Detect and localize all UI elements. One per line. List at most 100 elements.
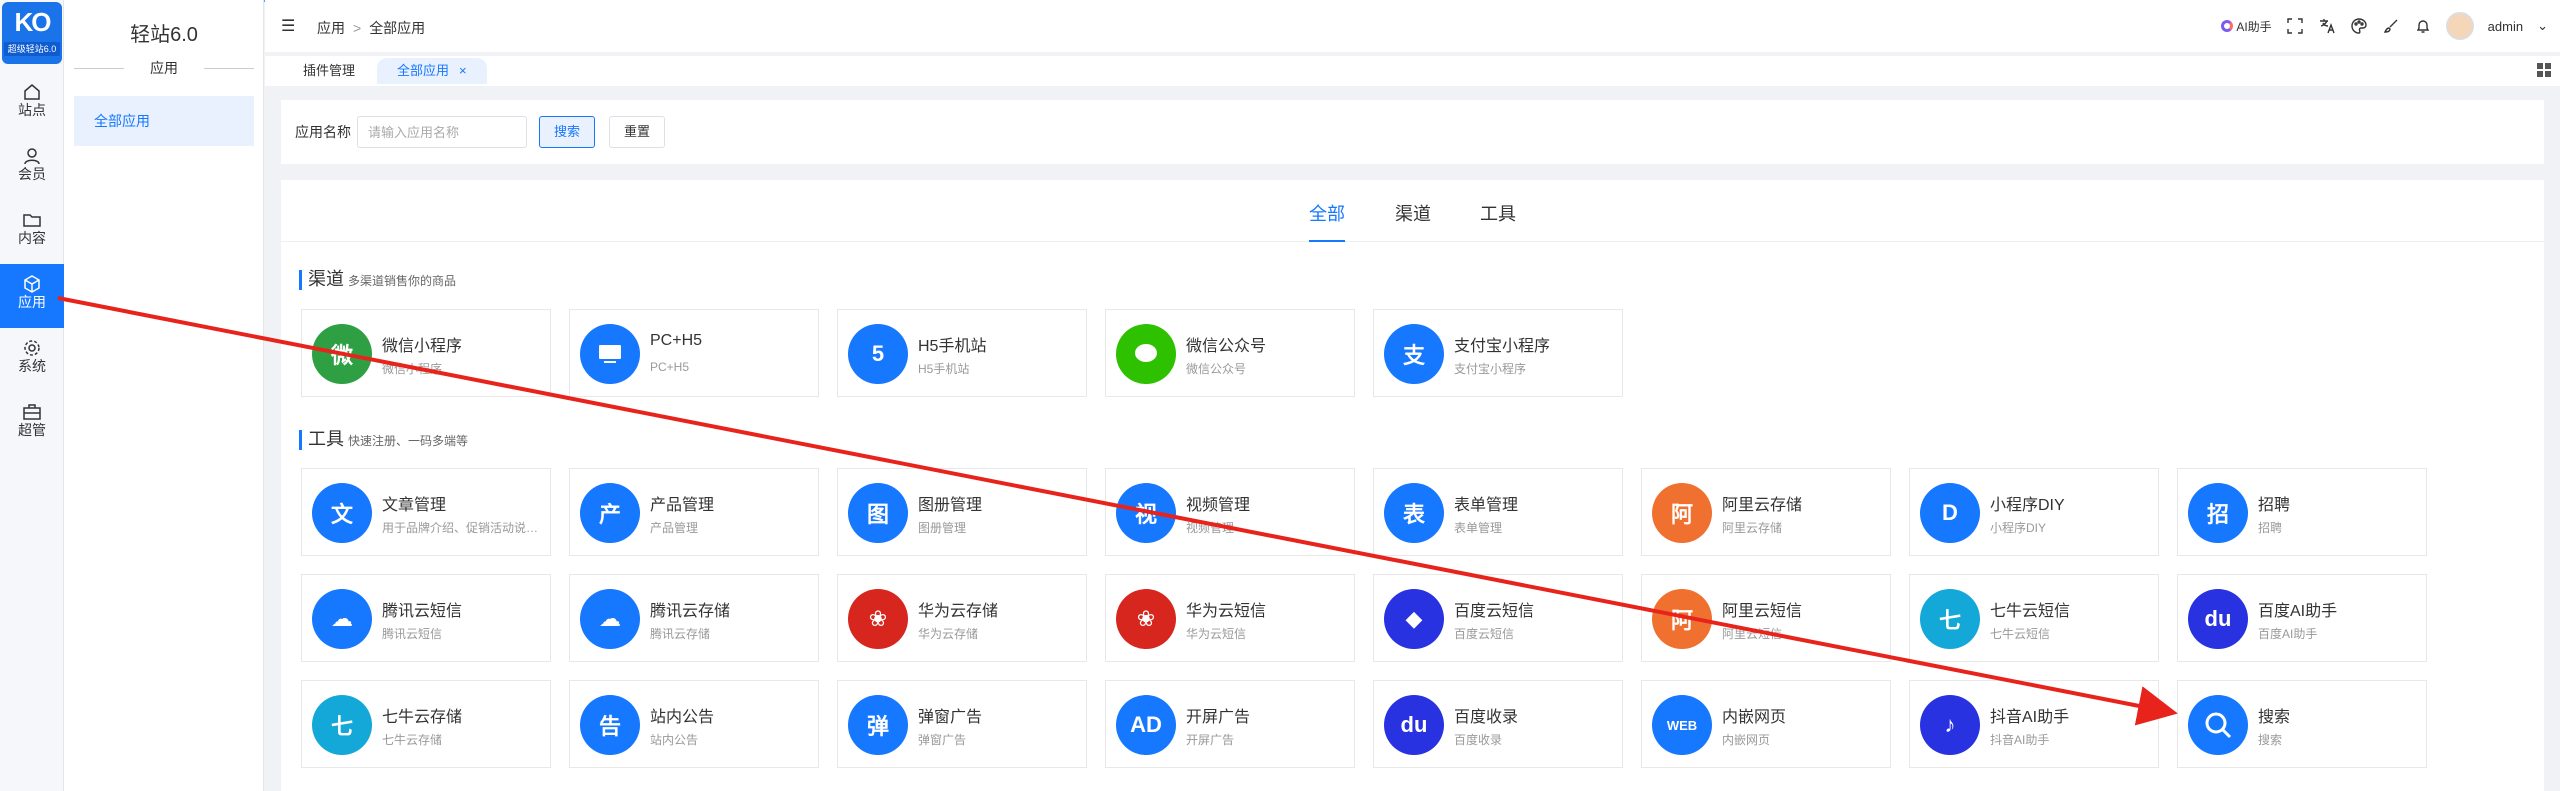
app-card-qiniu-icon[interactable]: 七七牛云存储 七牛云存储 [301,680,551,768]
tab-all-apps[interactable]: 全部应用 × [377,58,487,84]
section-title: 渠道 [308,269,344,289]
app-card-album-icon[interactable]: 图图册管理 图册管理 [837,468,1087,556]
app-name: 表单管理 [1454,497,1519,514]
app-card-baidu-icon[interactable]: du 百度收录 百度收录 [1373,680,1623,768]
app-name: 小程序DIY [1990,497,2065,514]
breadcrumb-root[interactable]: 应用 [317,20,345,36]
sidebar-item-all-apps[interactable]: 全部应用 [74,96,254,146]
app-desc: 阿里云存储 [1722,521,1783,535]
category-tab-channel[interactable]: 渠道 [1395,200,1431,242]
app-card-wechat-miniprogram-icon[interactable]: 微微信小程序 微信小程序 [301,309,551,397]
app-card-alipay-icon[interactable]: 支支付宝小程序 支付宝小程序 [1373,309,1623,397]
translate-icon[interactable] [2318,17,2336,35]
username[interactable]: admin [2488,19,2523,34]
app-name: 产品管理 [650,497,715,514]
app-card-huawei-icon[interactable]: ❀ 华为云存储 华为云存储 [837,574,1087,662]
app-name: H5手机站 [918,338,987,355]
breadcrumb: 应用 > 全部应用 [317,18,425,38]
app-desc: 视频管理 [1186,521,1235,535]
close-icon[interactable]: × [459,63,467,78]
category-tab-all[interactable]: 全部 [1309,200,1345,242]
nav-site[interactable]: 站点 [0,72,64,136]
tab-plugin-management[interactable]: 插件管理 [283,58,375,84]
huawei-icon: ❀ [1116,589,1176,649]
app-card-recruit-icon[interactable]: 招招聘 招聘 [2177,468,2427,556]
app-card-tencent-cloud-icon[interactable]: ☁ 腾讯云存储 腾讯云存储 [569,574,819,662]
splash-ad-icon: AD [1116,695,1176,755]
app-card-product-icon[interactable]: 产产品管理 产品管理 [569,468,819,556]
app-card-search-icon[interactable]: 搜索 搜索 [2177,680,2427,768]
bell-icon[interactable] [2414,17,2432,35]
app-card-qiniu-icon[interactable]: 七七牛云短信 七牛云短信 [1909,574,2159,662]
section-desc: 快速注册、一码多端等 [348,434,469,448]
folder-icon [0,200,64,228]
app-card-baidu-icon[interactable]: du 百度AI助手 百度AI助手 [2177,574,2427,662]
app-card-baidu-cloud-icon[interactable]: ◆ 百度云短信 百度云短信 [1373,574,1623,662]
fullscreen-icon[interactable] [2286,17,2304,35]
app-card-video-icon[interactable]: 视视频管理 视频管理 [1105,468,1355,556]
nav-content[interactable]: 内容 [0,200,64,264]
app-desc: 站内公告 [650,733,699,747]
app-desc: 搜索 [2258,733,2283,747]
monitor-icon [580,324,640,384]
app-name: 阿里云存储 [1722,497,1803,514]
app-card-notice-icon[interactable]: 告站内公告 站内公告 [569,680,819,768]
ai-assistant-button[interactable]: AI助手 [2221,18,2272,35]
grid-icon[interactable] [2536,62,2552,78]
search-button[interactable]: 搜索 [539,116,596,148]
baidu-cloud-icon: ◆ [1384,589,1444,649]
video-icon: 视 [1116,483,1176,543]
product-icon: 产 [580,483,640,543]
app-desc: 阿里云短信 [1722,627,1783,641]
app-card-web-icon[interactable]: WEB 内嵌网页 内嵌网页 [1641,680,1891,768]
app-desc: 弹窗广告 [918,733,967,747]
nav-apps[interactable]: 应用 [0,264,64,328]
search-form: 应用名称 搜索 重置 [281,100,2544,164]
app-card-form-icon[interactable]: 表表单管理 表单管理 [1373,468,1623,556]
app-name: 七牛云存储 [382,709,463,726]
reset-button[interactable]: 重置 [609,116,666,148]
article-icon: 文 [312,483,372,543]
app-card-huawei-icon[interactable]: ❀ 华为云短信 华为云短信 [1105,574,1355,662]
app-desc: 抖音AI助手 [1990,733,2050,747]
app-card-aliyun-sms-icon[interactable]: 阿阿里云短信 阿里云短信 [1641,574,1891,662]
briefcase-icon [0,392,64,420]
app-card-splash-ad-icon[interactable]: AD 开屏广告 开屏广告 [1105,680,1355,768]
nav-member-label: 会员 [18,166,46,182]
app-desc: 华为云存储 [918,627,979,641]
nav-member[interactable]: 会员 [0,136,64,200]
app-card-monitor-icon[interactable]: PC+H5 PC+H5 [569,309,819,397]
wechat-icon [1116,324,1176,384]
palette-icon[interactable] [2350,17,2368,35]
app-card-popup-ad-icon[interactable]: 弹弹窗广告 弹窗广告 [837,680,1087,768]
app-card-diy-icon[interactable]: D 小程序DIY 小程序DIY [1909,468,2159,556]
breadcrumb-current: 全部应用 [369,20,426,36]
app-desc: 百度收录 [1454,733,1503,747]
menu-toggle-icon[interactable]: ☰ [281,16,295,36]
app-name: 搜索 [2258,709,2291,726]
avatar[interactable] [2445,12,2474,40]
app-name: 腾讯云短信 [382,603,463,620]
form-icon: 表 [1384,483,1444,543]
category-tabs: 全部 渠道 工具 [281,180,2544,242]
app-name-input[interactable] [357,116,527,148]
section-desc: 多渠道销售你的商品 [348,274,457,288]
app-card-douyin-icon[interactable]: ♪ 抖音AI助手 抖音AI助手 [1909,680,2159,768]
app-name: 腾讯云存储 [650,603,731,620]
app-card-wechat-icon[interactable]: 微信公众号 微信公众号 [1105,309,1355,397]
app-card-tencent-cloud-icon[interactable]: ☁ 腾讯云短信 腾讯云短信 [301,574,551,662]
douyin-icon: ♪ [1920,695,1980,755]
popup-ad-icon: 弹 [848,695,908,755]
app-name: 百度云短信 [1454,603,1535,620]
app-card-aliyun-oss-icon[interactable]: 阿阿里云存储 阿里云存储 [1641,468,1891,556]
brush-icon[interactable] [2382,17,2400,35]
tencent-cloud-icon: ☁ [312,589,372,649]
app-card-html5-icon[interactable]: 5 H5手机站 H5手机站 [837,309,1087,397]
nav-system[interactable]: 系统 [0,328,64,392]
app-name: 图册管理 [918,497,983,514]
app-desc: 产品管理 [650,521,699,535]
chevron-down-icon[interactable]: ⌄ [2537,18,2548,34]
nav-super-admin[interactable]: 超管 [0,392,64,456]
app-card-article-icon[interactable]: 文文章管理 用于品牌介绍、促销活动说明等 [301,468,551,556]
category-tab-tools[interactable]: 工具 [1480,200,1516,242]
